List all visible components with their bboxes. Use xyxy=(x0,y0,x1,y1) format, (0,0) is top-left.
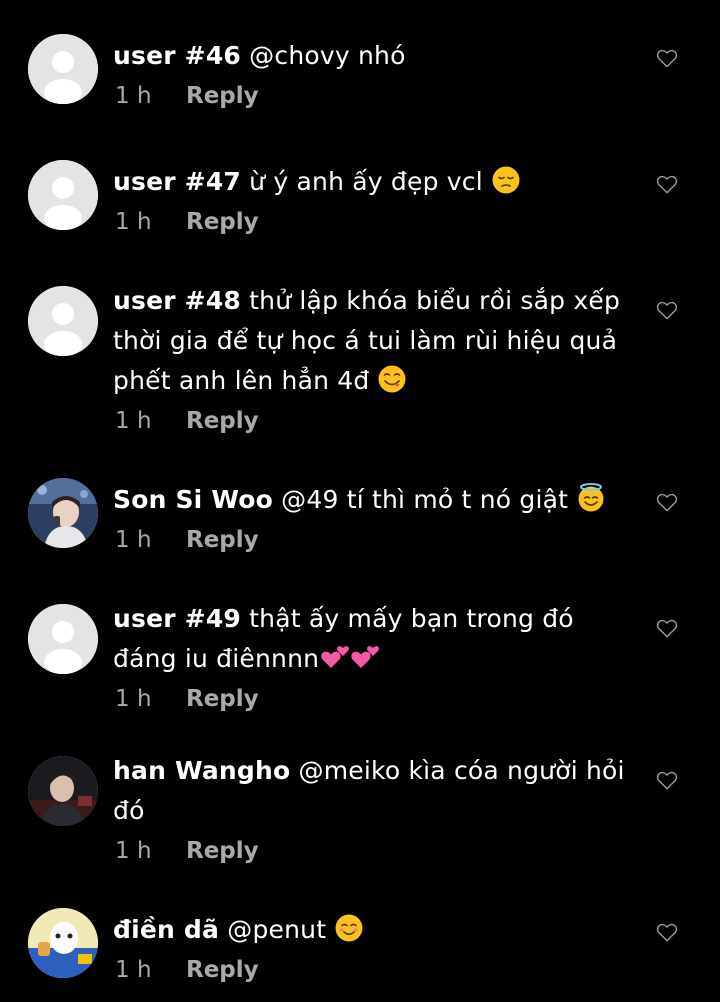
comment-timestamp: 1 h xyxy=(115,83,152,109)
like-heart-icon[interactable] xyxy=(656,300,678,320)
like-heart-icon[interactable] xyxy=(656,492,678,512)
photo-avatar[interactable] xyxy=(28,908,98,978)
comment-content: user #47 ừ ý anh ấy đẹp vcl 1 h Reply xyxy=(113,162,633,242)
profile-photo-icon xyxy=(28,756,98,826)
comment-timestamp: 1 h xyxy=(115,838,152,864)
comment-text: thật ấy mấy bạn trong đó xyxy=(249,604,574,633)
comment-text: @49 tí thì mỏ t nó giật xyxy=(281,485,569,514)
comment-text: @penut xyxy=(227,915,327,944)
like-heart-icon[interactable] xyxy=(656,922,678,942)
reply-button[interactable]: Reply xyxy=(186,520,259,560)
default-avatar[interactable] xyxy=(28,34,98,104)
default-avatar[interactable] xyxy=(28,604,98,674)
comment-line: user #46 @chovy nhó xyxy=(113,36,633,76)
reply-button[interactable]: Reply xyxy=(186,950,259,990)
comment-meta: 1 h Reply xyxy=(113,520,633,560)
comment-username[interactable]: user #49 xyxy=(113,604,241,633)
comment-line: Son Si Woo @49 tí thì mỏ t nó giật xyxy=(113,480,633,520)
halo-face-icon xyxy=(578,483,604,512)
comment-meta: 1 h Reply xyxy=(113,831,633,871)
comment-line: phết anh lên hẳn 4đ xyxy=(113,361,633,401)
comment-text: phết anh lên hẳn 4đ xyxy=(113,366,370,395)
comment-meta: 1 h Reply xyxy=(113,679,633,719)
comment-username[interactable]: han Wangho xyxy=(113,756,290,785)
default-avatar-icon xyxy=(28,160,98,230)
comment-line: han Wangho @meiko kìa cóa người hỏi xyxy=(113,751,633,791)
comment-meta: 1 h Reply xyxy=(113,202,633,242)
comment-username[interactable]: Son Si Woo xyxy=(113,485,273,514)
comment-timestamp: 1 h xyxy=(115,686,152,712)
two-hearts-icon xyxy=(321,646,380,668)
comment-line: thời gia để tự học á tui làm rùi hiệu qu… xyxy=(113,321,633,361)
comment-meta: 1 h Reply xyxy=(113,76,633,116)
like-heart-icon[interactable] xyxy=(656,174,678,194)
comment-content: user #46 @chovy nhó 1 h Reply xyxy=(113,36,633,116)
comment-text: thời gia để tự học á tui làm rùi hiệu qu… xyxy=(113,326,618,355)
like-heart-icon[interactable] xyxy=(656,48,678,68)
yum-face-icon xyxy=(378,365,406,393)
photo-avatar[interactable] xyxy=(28,756,98,826)
comment-timestamp: 1 h xyxy=(115,957,152,983)
comment-timestamp: 1 h xyxy=(115,527,152,553)
default-avatar-icon xyxy=(28,604,98,674)
like-heart-icon[interactable] xyxy=(656,770,678,790)
comment-line: user #48 thử lập khóa biểu rồi sắp xếp xyxy=(113,281,633,321)
comment-username[interactable]: user #46 xyxy=(113,41,241,70)
comment-timestamp: 1 h xyxy=(115,209,152,235)
default-avatar[interactable] xyxy=(28,160,98,230)
like-heart-icon[interactable] xyxy=(656,618,678,638)
comment-line: user #49 thật ấy mấy bạn trong đó xyxy=(113,599,633,639)
comment-content: han Wangho @meiko kìa cóa người hỏi đó 1… xyxy=(113,751,633,871)
reply-button[interactable]: Reply xyxy=(186,202,259,242)
comment-line: đó xyxy=(113,791,633,831)
comment-username[interactable]: điền dã xyxy=(113,915,219,944)
comment-text: thử lập khóa biểu rồi sắp xếp xyxy=(249,286,621,315)
profile-photo-icon xyxy=(28,908,98,978)
default-avatar-icon xyxy=(28,34,98,104)
comment-text: @meiko kìa cóa người hỏi xyxy=(298,756,625,785)
comment-text: @chovy nhó xyxy=(249,41,406,70)
comment-timestamp: 1 h xyxy=(115,408,152,434)
comment-username[interactable]: user #48 xyxy=(113,286,241,315)
pensive-face-icon xyxy=(492,166,520,194)
comment-line: user #47 ừ ý anh ấy đẹp vcl xyxy=(113,162,633,202)
comment-content: Son Si Woo @49 tí thì mỏ t nó giật 1 h R… xyxy=(113,480,633,560)
comment-text: đó xyxy=(113,796,145,825)
reply-button[interactable]: Reply xyxy=(186,76,259,116)
photo-avatar[interactable] xyxy=(28,478,98,548)
comment-content: user #48 thử lập khóa biểu rồi sắp xếp t… xyxy=(113,281,633,441)
comment-content: user #49 thật ấy mấy bạn trong đó đáng i… xyxy=(113,599,633,719)
profile-photo-icon xyxy=(28,478,98,548)
reply-button[interactable]: Reply xyxy=(186,401,259,441)
comment-meta: 1 h Reply xyxy=(113,950,633,990)
reply-button[interactable]: Reply xyxy=(186,679,259,719)
comment-meta: 1 h Reply xyxy=(113,401,633,441)
comment-line: điền dã @penut xyxy=(113,910,633,950)
comment-line: đáng iu điênnnn xyxy=(113,639,633,679)
comment-text: đáng iu điênnnn xyxy=(113,644,320,673)
default-avatar[interactable] xyxy=(28,286,98,356)
comment-text: ừ ý anh ấy đẹp vcl xyxy=(249,167,483,196)
smiling-face-icon xyxy=(335,914,363,942)
default-avatar-icon xyxy=(28,286,98,356)
reply-button[interactable]: Reply xyxy=(186,831,259,871)
comment-username[interactable]: user #47 xyxy=(113,167,241,196)
comment-content: điền dã @penut 1 h Reply xyxy=(113,910,633,990)
